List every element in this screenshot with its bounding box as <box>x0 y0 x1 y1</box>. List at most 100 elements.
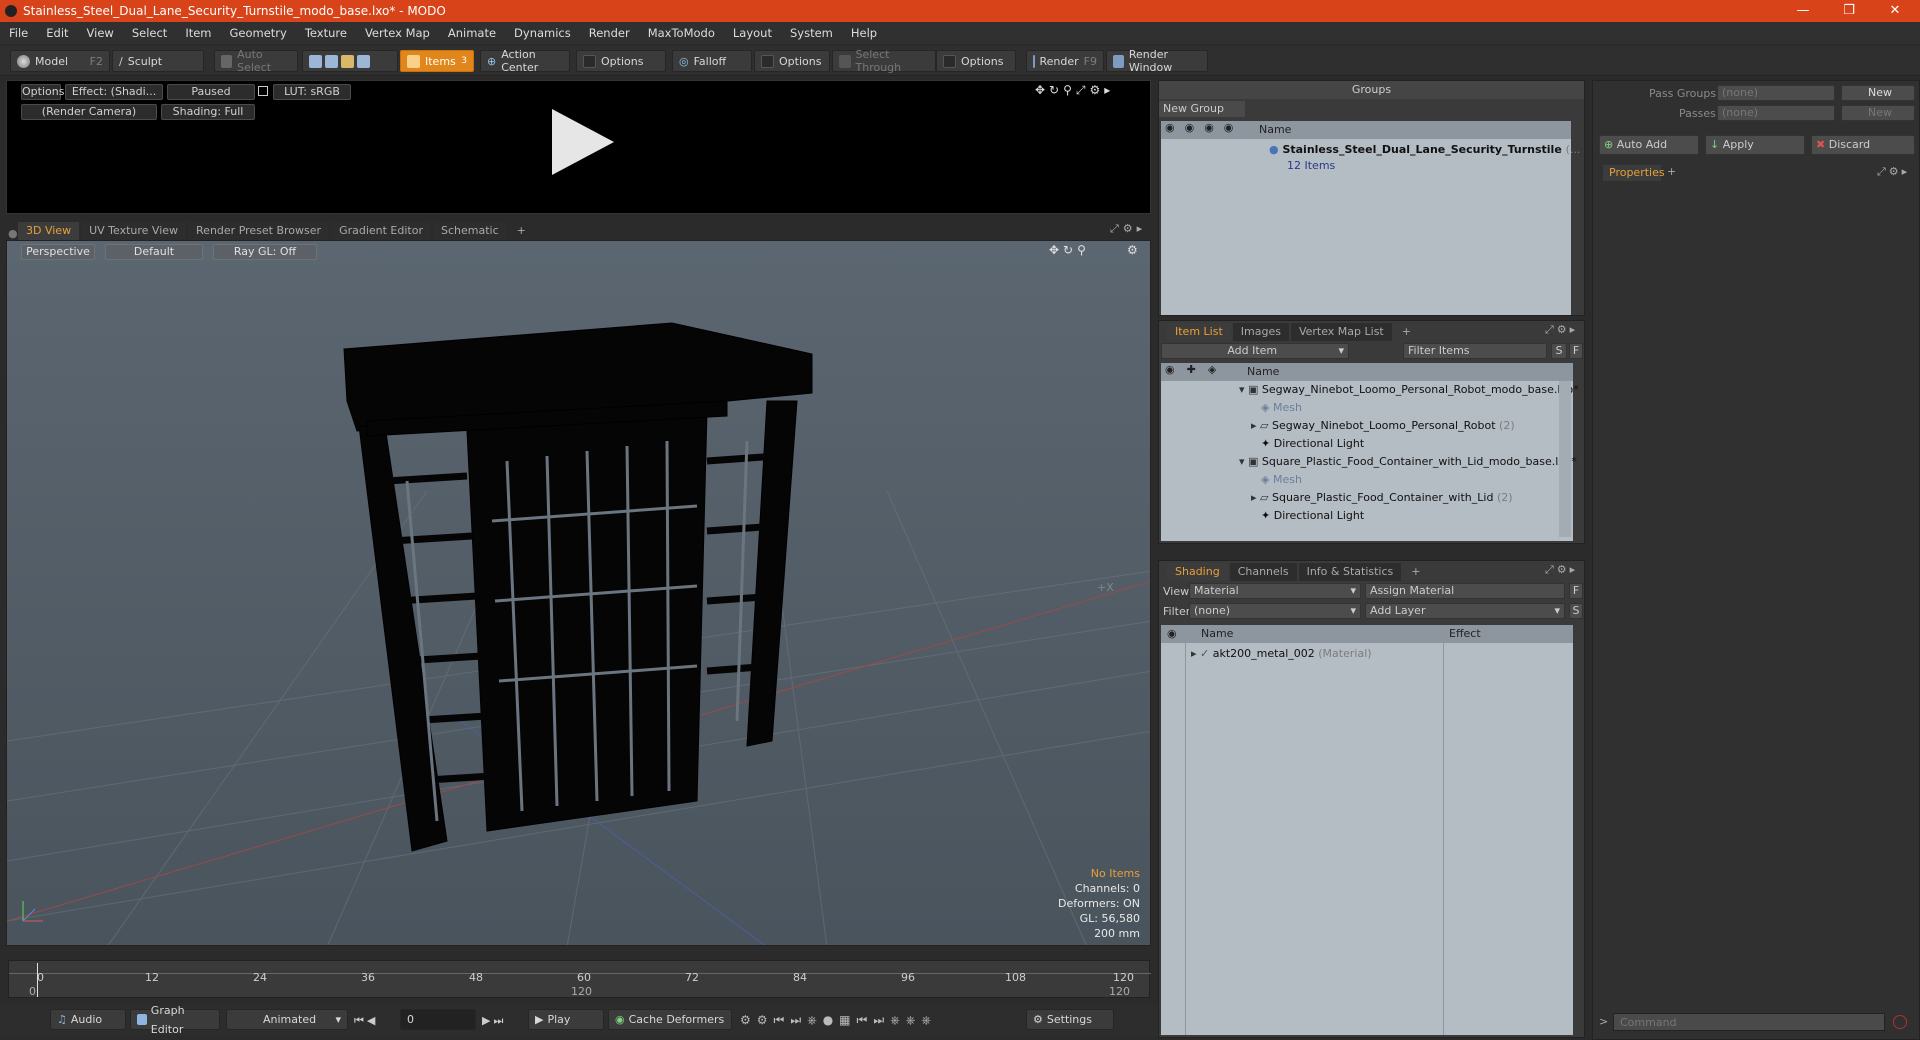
lock-icon[interactable] <box>258 86 268 96</box>
raygl-toggle[interactable]: Ray GL: Off <box>213 244 317 260</box>
timeline[interactable]: 0 12 24 36 48 60 72 84 96 108 120 0 120 … <box>8 960 1151 998</box>
render-window-button[interactable]: Render Window <box>1106 48 1208 74</box>
assign-material-button[interactable]: Assign Material <box>1365 583 1565 599</box>
list-item[interactable]: ✦ Directional Light <box>1161 507 1573 525</box>
menu-geometry[interactable]: Geometry <box>221 26 296 40</box>
select-through-button[interactable]: Select Through <box>832 48 936 74</box>
menu-file[interactable]: File <box>0 26 37 40</box>
tab-render-preset-browser[interactable]: Render Preset Browser <box>188 222 330 240</box>
list-item[interactable]: ✦ Directional Light <box>1161 435 1573 453</box>
viewport-expand-icon[interactable]: ⤢⚙▸ <box>1110 222 1146 236</box>
close-icon[interactable]: ✕ <box>1872 0 1918 22</box>
tab-3d-view[interactable]: 3D View <box>18 222 80 240</box>
filter-s-button[interactable]: S <box>1551 343 1567 359</box>
vertices-icon[interactable] <box>309 54 322 68</box>
menu-layout[interactable]: Layout <box>724 26 781 40</box>
skip-forward-icons[interactable]: ▶⏭ <box>482 1014 506 1028</box>
tab-gradient-editor[interactable]: Gradient Editor <box>331 222 431 240</box>
3d-viewport[interactable]: Perspective Default Ray GL: Off ✥↻⚲ ⚙ +X… <box>6 240 1151 946</box>
lut-dropdown[interactable]: LUT: sRGB <box>273 84 351 100</box>
play-icon[interactable] <box>552 109 614 175</box>
menu-texture[interactable]: Texture <box>296 26 356 40</box>
viewport-nav-icons[interactable]: ✥↻⚲ <box>1049 243 1090 257</box>
menu-select[interactable]: Select <box>123 26 176 40</box>
graph-editor-button[interactable]: Graph Editor <box>130 1004 220 1036</box>
paused-button[interactable]: Paused <box>167 84 255 100</box>
list-item[interactable]: ▸ ▱ Segway_Ninebot_Loomo_Personal_Robot … <box>1161 417 1573 435</box>
preview-options-button[interactable]: Options <box>21 84 64 100</box>
key-tool-icons[interactable]: ⚙⚙⏮⏭⎈●▦⏮⏭⎈⎈⎈ <box>740 1013 937 1028</box>
shading-dropdown[interactable]: Shading: Full <box>161 104 255 120</box>
menu-item[interactable]: Item <box>176 26 220 40</box>
auto-add-button[interactable]: ⊕ Auto Add <box>1599 135 1699 155</box>
add-tab-button[interactable]: + <box>509 222 534 240</box>
add-item-tab[interactable]: + <box>1394 323 1419 341</box>
add-layer-dropdown[interactable]: Add Layer ▾ <box>1365 603 1565 619</box>
tab-images[interactable]: Images <box>1232 323 1289 341</box>
skip-back-icons[interactable]: ⏮◀ <box>354 1014 378 1028</box>
falloff-button[interactable]: ◎ Falloff <box>672 50 752 72</box>
effect-dropdown[interactable]: Effect: (Shadi... <box>65 84 163 100</box>
list-item[interactable]: ◈ Mesh <box>1161 399 1573 417</box>
model-mode-button[interactable]: Model F2 <box>10 50 110 72</box>
add-shading-tab[interactable]: + <box>1403 563 1428 581</box>
menu-edit[interactable]: Edit <box>37 26 77 40</box>
shading-f-button[interactable]: F <box>1569 583 1583 599</box>
tab-uv-texture-view[interactable]: UV Texture View <box>81 222 187 240</box>
menu-dynamics[interactable]: Dynamics <box>505 26 580 40</box>
tab-vertex-map-list[interactable]: Vertex Map List <box>1290 323 1392 341</box>
action-center-button[interactable]: ⊕ Action Center <box>480 48 570 74</box>
tab-info-statistics[interactable]: Info & Statistics <box>1298 563 1402 581</box>
tab-properties[interactable]: Properties <box>1603 165 1665 181</box>
restore-icon[interactable]: ❐ <box>1826 0 1872 22</box>
select-through-options-button[interactable]: Options <box>936 50 1016 72</box>
edges-icon[interactable] <box>325 54 338 68</box>
render-camera-dropdown[interactable]: (Render Camera) <box>21 104 157 120</box>
cache-deformers-button[interactable]: ◉ Cache Deformers <box>608 1009 732 1030</box>
list-item[interactable]: ▸ ▱ Square_Plastic_Food_Container_with_L… <box>1161 489 1573 507</box>
menu-render[interactable]: Render <box>580 26 639 40</box>
audio-button[interactable]: ♫ Audio <box>50 1009 126 1030</box>
apply-button[interactable]: ↓ Apply <box>1705 135 1805 155</box>
play-button[interactable]: ▶ Play <box>528 1009 604 1030</box>
discard-button[interactable]: ✖ Discard <box>1811 135 1915 155</box>
filter-dropdown[interactable]: (none) ▾ <box>1189 603 1361 619</box>
menu-animate[interactable]: Animate <box>439 26 505 40</box>
menu-help[interactable]: Help <box>842 26 886 40</box>
default-style-dropdown[interactable]: Default <box>105 244 203 260</box>
settings-button[interactable]: ⚙ Settings <box>1026 1009 1114 1030</box>
preview-nav-icons[interactable]: ✥↻⚲⤢⚙▸ <box>1035 83 1114 98</box>
menu-vertex-map[interactable]: Vertex Map <box>356 26 439 40</box>
tab-channels[interactable]: Channels <box>1229 563 1297 581</box>
material-row[interactable]: ▸ ✓ akt200_metal_002 (Material) <box>1161 645 1573 663</box>
new-group-button[interactable]: New Group <box>1159 101 1245 117</box>
action-center-options-button[interactable]: Options <box>576 50 666 72</box>
new-pass-group-button[interactable]: New <box>1841 85 1915 101</box>
filter-items-input[interactable]: Filter Items <box>1403 343 1547 359</box>
item-list-scrollbar[interactable] <box>1559 381 1571 537</box>
tab-item-list[interactable]: Item List <box>1167 323 1231 341</box>
list-item[interactable]: ◈ Mesh <box>1161 471 1573 489</box>
tab-shading[interactable]: Shading <box>1167 563 1228 581</box>
menu-view[interactable]: View <box>78 26 123 40</box>
sculpt-mode-button[interactable]: ∕ Sculpt <box>112 50 204 72</box>
polygons-icon[interactable] <box>341 54 354 68</box>
filter-f-button[interactable]: F <box>1569 343 1583 359</box>
list-item[interactable]: ▾ ▣ Segway_Ninebot_Loomo_Personal_Robot_… <box>1161 381 1579 399</box>
animated-dropdown[interactable]: Animated ▾ <box>226 1009 348 1030</box>
shading-s-button[interactable]: S <box>1569 603 1583 619</box>
menu-system[interactable]: System <box>781 26 842 40</box>
minimize-icon[interactable]: — <box>1780 0 1826 22</box>
item-list-expand-icon[interactable]: ⤢⚙▸ <box>1545 323 1578 337</box>
passes-dropdown[interactable]: (none) <box>1717 105 1835 121</box>
viewport-settings-icon[interactable]: ⚙ <box>1127 243 1138 257</box>
falloff-options-button[interactable]: Options <box>754 50 830 72</box>
command-history-icon[interactable] <box>1893 1015 1907 1029</box>
view-dropdown[interactable]: Material ▾ <box>1189 583 1361 599</box>
frame-input[interactable]: 0 <box>400 1009 476 1030</box>
add-properties-tab[interactable]: + <box>1667 165 1676 178</box>
tab-schematic[interactable]: Schematic <box>433 222 507 240</box>
render-button[interactable]: Render F9 <box>1026 50 1104 72</box>
menu-maxtomodo[interactable]: MaxToModo <box>639 26 724 40</box>
perspective-dropdown[interactable]: Perspective <box>21 244 95 260</box>
